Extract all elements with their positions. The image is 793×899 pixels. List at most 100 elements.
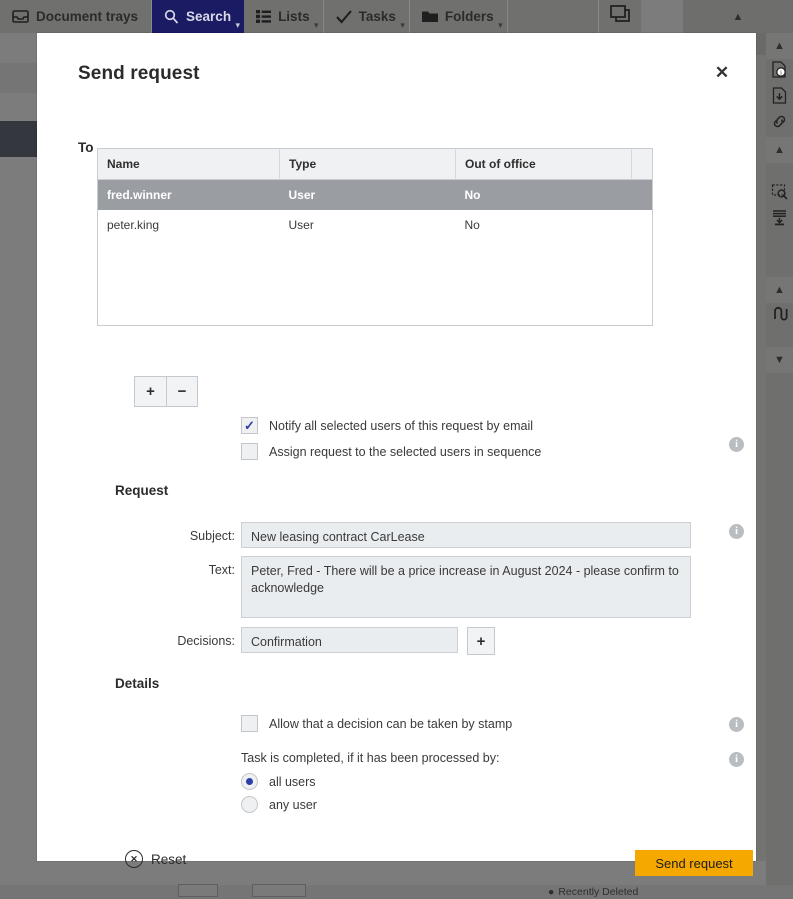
send-request-button[interactable]: Send request: [635, 850, 753, 876]
right-panel-collapse-button[interactable]: ▲: [683, 0, 793, 33]
table-header-row: Name Type Out of office: [98, 149, 652, 180]
status-label: Recently Deleted: [558, 886, 638, 898]
info-icon[interactable]: i: [729, 437, 744, 452]
table-row[interactable]: fred.winner User No: [98, 180, 652, 211]
rail-section-collapse-button[interactable]: ▲: [766, 137, 793, 163]
column-header-name[interactable]: Name: [98, 149, 280, 180]
table-row[interactable]: peter.king User No: [98, 210, 652, 240]
cell-type: User: [280, 210, 456, 240]
document-info-button[interactable]: i: [766, 59, 793, 85]
tab-folders[interactable]: Folders ▾: [410, 0, 508, 33]
chevron-down-icon: ▾: [498, 20, 503, 31]
cell-name: fred.winner: [98, 180, 280, 211]
checkbox-assign-in-sequence[interactable]: Assign request to the selected users in …: [241, 443, 541, 460]
decisions-select[interactable]: Confirmation: [241, 627, 458, 653]
window-switch-button[interactable]: [599, 0, 641, 33]
radio-label: any user: [269, 798, 317, 812]
list-download-icon: [771, 209, 788, 231]
redo-arrow-icon: [771, 305, 788, 327]
toolbar-spacer: [508, 0, 599, 33]
decisions-label: Decisions:: [125, 634, 235, 648]
text-label: Text:: [125, 563, 235, 577]
rail-expand-down-button[interactable]: ▼: [766, 347, 793, 373]
folder-icon: [422, 10, 438, 23]
cell-out-of-office: No: [456, 180, 632, 211]
window-icon: [610, 5, 630, 28]
check-icon: ✓: [244, 419, 255, 432]
decisions-actions: +: [467, 627, 495, 655]
column-header-type[interactable]: Type: [280, 149, 456, 180]
document-info-icon: i: [771, 61, 788, 83]
info-icon[interactable]: i: [729, 524, 744, 539]
status-bar: [0, 885, 793, 899]
tab-document-trays[interactable]: Document trays: [0, 0, 152, 33]
subject-label: Subject:: [125, 529, 235, 543]
cell-name: peter.king: [98, 210, 280, 240]
tab-label: Document trays: [36, 9, 138, 24]
reset-button[interactable]: ✕ Reset: [125, 850, 186, 868]
reset-label: Reset: [151, 852, 186, 867]
chevron-down-icon: ▼: [774, 354, 785, 366]
reset-icon: ✕: [125, 850, 143, 868]
list-download-button[interactable]: [766, 207, 793, 233]
checkbox-notify-users[interactable]: ✓ Notify all selected users of this requ…: [241, 417, 533, 434]
cell-blank: [632, 180, 653, 211]
redo-button[interactable]: [766, 303, 793, 329]
remove-recipient-button[interactable]: −: [166, 377, 197, 406]
subject-input[interactable]: New leasing contract CarLease: [241, 522, 691, 548]
section-heading-details: Details: [115, 676, 159, 691]
text-textarea[interactable]: Peter, Fred - There will be a price incr…: [241, 556, 691, 618]
radio-input[interactable]: [241, 773, 258, 790]
checkbox-input[interactable]: [241, 443, 258, 460]
chevron-down-icon: ▾: [314, 20, 319, 31]
section-heading-to: To: [78, 140, 94, 155]
rail-collapse-up-button[interactable]: ▲: [766, 33, 793, 59]
trash-icon: ●: [548, 886, 554, 898]
chevron-up-icon: ▲: [733, 11, 744, 23]
send-request-dialog: Send request ✕ To Name Type Out of offic…: [37, 33, 756, 861]
tab-lists[interactable]: Lists ▾: [244, 0, 324, 33]
chevron-down-icon: ▾: [400, 20, 405, 31]
link-icon: [771, 113, 788, 135]
recipients-table[interactable]: Name Type Out of office fred.winner User…: [97, 148, 653, 326]
add-recipient-button[interactable]: +: [135, 377, 166, 406]
list-icon: [256, 10, 271, 23]
add-decision-button[interactable]: +: [468, 628, 494, 654]
link-button[interactable]: [766, 111, 793, 137]
document-tools-rail: ▲ i ▲: [766, 33, 793, 899]
checkbox-input[interactable]: ✓: [241, 417, 258, 434]
status-box-2: [252, 884, 306, 897]
column-header-out-of-office[interactable]: Out of office: [456, 149, 632, 180]
zoom-region-button[interactable]: [766, 181, 793, 207]
tab-label: Search: [186, 9, 231, 24]
rail-gap: [766, 329, 793, 347]
document-download-button[interactable]: [766, 85, 793, 111]
search-icon: [164, 9, 179, 24]
rail-gap: [766, 233, 793, 277]
chevron-up-icon: ▲: [774, 40, 785, 52]
info-icon[interactable]: i: [729, 717, 744, 732]
checkbox-decision-by-stamp[interactable]: Allow that a decision can be taken by st…: [241, 715, 512, 732]
chevron-down-icon: ▾: [236, 20, 241, 31]
radio-label: all users: [269, 775, 316, 789]
tray-icon: [12, 10, 29, 23]
radio-any-user[interactable]: any user: [241, 796, 317, 813]
app-root: Document trays Search ▾ Lists ▾: [0, 0, 793, 899]
rail-gap: [766, 163, 793, 181]
info-icon[interactable]: i: [729, 752, 744, 767]
radio-input[interactable]: [241, 796, 258, 813]
tab-label: Lists: [278, 9, 310, 24]
tab-search[interactable]: Search ▾: [152, 0, 244, 33]
cell-out-of-office: No: [456, 210, 632, 240]
checkbox-label: Assign request to the selected users in …: [269, 445, 541, 459]
chevron-up-icon: ▲: [774, 284, 785, 296]
tab-tasks[interactable]: Tasks ▾: [324, 0, 410, 33]
tab-label: Tasks: [359, 9, 396, 24]
close-icon[interactable]: ✕: [710, 60, 734, 84]
rail-section-collapse-button-2[interactable]: ▲: [766, 277, 793, 303]
task-completion-note: Task is completed, if it has been proces…: [241, 751, 499, 765]
checkbox-input[interactable]: [241, 715, 258, 732]
radio-all-users[interactable]: all users: [241, 773, 316, 790]
check-icon: [336, 10, 352, 24]
status-recently-deleted[interactable]: ● Recently Deleted: [548, 885, 638, 899]
